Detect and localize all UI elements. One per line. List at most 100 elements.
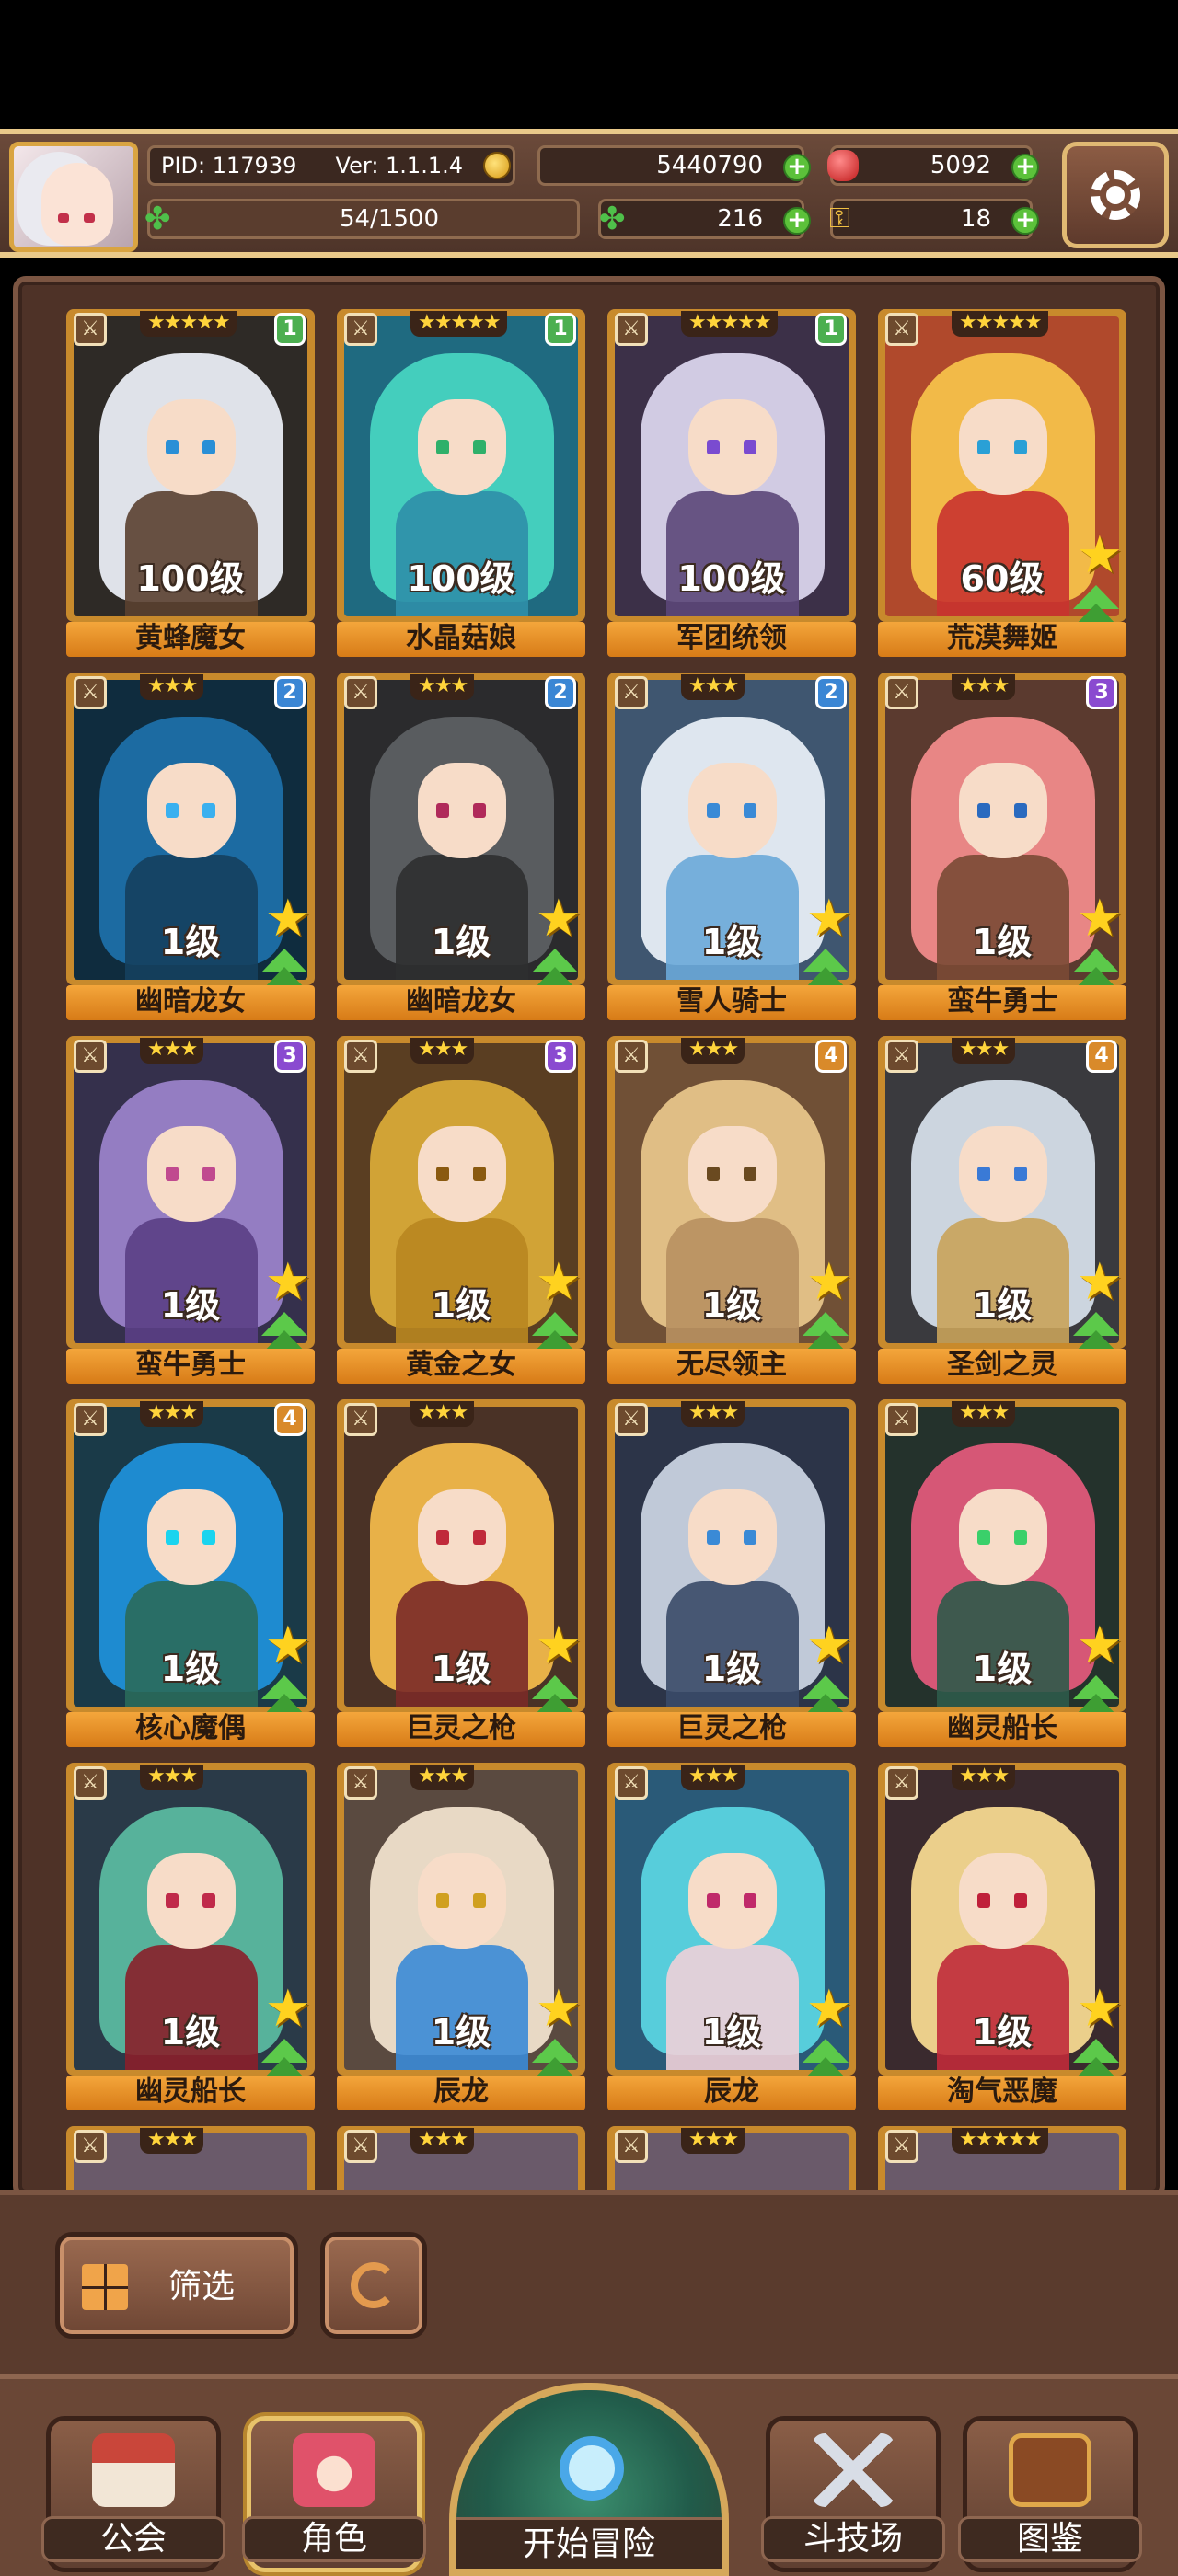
character-name: 幽暗龙女 <box>337 985 585 1020</box>
character-name: 幽灵船长 <box>66 2076 315 2110</box>
weapon-type-icon: ⚔ <box>344 313 377 346</box>
character-card[interactable]: ⚔ ★★★★★ 1 100级 军团统领 <box>607 309 856 657</box>
add-ruby-button[interactable]: + <box>1011 154 1039 181</box>
character-card[interactable]: ⚔ ★★★ 3 1级 ★ 黄金之女 <box>337 1036 585 1384</box>
character-card-partial[interactable]: ⚔ ★★★ <box>607 2126 856 2193</box>
weapon-type-icon: ⚔ <box>885 2130 918 2163</box>
character-name: 雪人骑士 <box>607 985 856 1020</box>
gold-value: 5440790 <box>656 152 763 179</box>
nav-adventure-label: 开始冒险 <box>456 2517 722 2569</box>
ruby-icon <box>827 150 859 181</box>
rarity-stars: ★★★ <box>410 674 475 700</box>
tier-badge: 4 <box>274 1403 306 1436</box>
rarity-stars: ★★★ <box>140 674 204 700</box>
gold-counter: 5440790 + <box>537 145 811 186</box>
tier-badge: 2 <box>815 676 847 709</box>
weapon-type-icon: ⚔ <box>74 1766 107 1800</box>
character-card[interactable]: ⚔ ★★★ 3 1级 ★ 蛮牛勇士 <box>66 1036 315 1384</box>
character-card[interactable]: ⚔ ★★★ 2 1级 ★ 雪人骑士 <box>607 673 856 1020</box>
character-card[interactable]: ⚔ ★★★ 3 1级 ★ 蛮牛勇士 <box>878 673 1126 1020</box>
character-card-partial[interactable]: ⚔ ★★★ <box>66 2126 315 2193</box>
character-name: 军团统领 <box>607 622 856 657</box>
rarity-stars: ★★★ <box>140 1401 204 1427</box>
clover-value: 216 <box>717 205 763 233</box>
gear-icon <box>1091 170 1140 220</box>
rarity-stars: ★★★ <box>140 2128 204 2154</box>
filter-button[interactable]: 筛选 <box>55 2232 298 2339</box>
weapon-type-icon: ⚔ <box>74 676 107 709</box>
character-level: 100级 <box>136 558 245 599</box>
tier-badge: 3 <box>1086 676 1117 709</box>
character-card[interactable]: ⚔ ★★★ 2 1级 ★ 幽暗龙女 <box>337 673 585 1020</box>
weapon-type-icon: ⚔ <box>615 2130 648 2163</box>
settings-button[interactable] <box>1062 142 1169 248</box>
nav-codex[interactable]: 图鉴 <box>958 2416 1142 2572</box>
character-card[interactable]: ⚔ ★★★ 4 1级 ★ 核心魔偶 <box>66 1399 315 1747</box>
character-card[interactable]: ⚔ ★★★ 4 1级 ★ 无尽领主 <box>607 1036 856 1384</box>
key-value: 18 <box>960 205 991 233</box>
character-card[interactable]: ⚔ ★★★ 1级 ★ 幽灵船长 <box>66 1763 315 2110</box>
tier-badge: 1 <box>545 313 576 346</box>
character-card[interactable]: ⚔ ★★★ 1级 ★ 巨灵之枪 <box>337 1399 585 1747</box>
character-name: 辰龙 <box>607 2076 856 2110</box>
character-card-partial[interactable]: ⚔ ★★★ <box>337 2126 585 2193</box>
filter-label: 筛选 <box>168 2268 236 2306</box>
player-avatar[interactable] <box>9 142 138 252</box>
add-key-button[interactable]: + <box>1011 207 1039 235</box>
weapon-type-icon: ⚔ <box>615 676 648 709</box>
character-card[interactable]: ⚔ ★★★★★ 1 100级 黄蜂魔女 <box>66 309 315 657</box>
character-card[interactable]: ⚔ ★★★ 1级 ★ 巨灵之枪 <box>607 1399 856 1747</box>
book-icon <box>1009 2433 1091 2507</box>
clover-icon: ✤ <box>599 201 626 237</box>
rarity-stars: ★★★ <box>681 2128 745 2154</box>
star-upgrade-icon: ★ <box>264 889 311 949</box>
tier-badge: 1 <box>815 313 847 346</box>
rarity-stars: ★★★ <box>140 1038 204 1064</box>
ruby-value: 5092 <box>930 152 991 179</box>
weapon-type-icon: ⚔ <box>615 1403 648 1436</box>
character-card[interactable]: ⚔ ★★★ 1级 ★ 淘气恶魔 <box>878 1763 1126 2110</box>
star-upgrade-icon: ★ <box>1076 889 1123 949</box>
rarity-stars: ★★★ <box>410 1038 475 1064</box>
key-icon: ⚿ <box>829 202 850 235</box>
star-upgrade-icon: ★ <box>805 1616 852 1675</box>
star-upgrade-icon: ★ <box>264 1252 311 1312</box>
character-card[interactable]: ⚔ ★★★★★ 60级 ★ 荒漠舞姬 <box>878 309 1126 657</box>
version-label: Ver: 1.1.1.4 <box>335 153 463 178</box>
character-list-panel[interactable]: ⚔ ★★★★★ 1 100级 黄蜂魔女 ⚔ ★★★★★ 1 100级 水晶菇娘 ⚔ ★★★★★ 1 100… <box>13 276 1165 2199</box>
rarity-stars: ★★★★★ <box>952 311 1048 337</box>
weapon-type-icon: ⚔ <box>885 676 918 709</box>
reset-filter-button[interactable] <box>320 2232 427 2339</box>
nav-guild[interactable]: 公会 <box>41 2416 225 2572</box>
character-card[interactable]: ⚔ ★★★ 1级 ★ 幽灵船长 <box>878 1399 1126 1747</box>
character-card-partial[interactable]: ⚔ ★★★★★ <box>878 2126 1126 2193</box>
weapon-type-icon: ⚔ <box>344 2130 377 2163</box>
character-card[interactable]: ⚔ ★★★ 2 1级 ★ 幽暗龙女 <box>66 673 315 1020</box>
nav-characters[interactable]: 角色 <box>242 2416 426 2572</box>
weapon-type-icon: ⚔ <box>615 1766 648 1800</box>
character-card[interactable]: ⚔ ★★★ 4 1级 ★ 圣剑之灵 <box>878 1036 1126 1384</box>
weapon-type-icon: ⚔ <box>344 1403 377 1436</box>
character-name: 幽灵船长 <box>878 1712 1126 1747</box>
character-card[interactable]: ⚔ ★★★ 1级 ★ 辰龙 <box>337 1763 585 2110</box>
energy-bar: ✤ 54/1500 <box>144 199 580 239</box>
weapon-type-icon: ⚔ <box>615 1040 648 1073</box>
character-card[interactable]: ⚔ ★★★★★ 1 100级 水晶菇娘 <box>337 309 585 657</box>
character-icon <box>293 2433 375 2507</box>
rarity-stars: ★★★ <box>952 1401 1016 1427</box>
rarity-stars: ★★★ <box>410 1765 475 1790</box>
tier-badge: 3 <box>274 1040 306 1073</box>
character-name: 水晶菇娘 <box>337 622 585 657</box>
tier-badge: 4 <box>1086 1040 1117 1073</box>
add-clover-button[interactable]: + <box>783 207 811 235</box>
star-upgrade-icon: ★ <box>1076 1252 1123 1312</box>
character-card[interactable]: ⚔ ★★★ 1级 ★ 辰龙 <box>607 1763 856 2110</box>
crossed-swords-icon <box>812 2433 895 2507</box>
add-gold-button[interactable]: + <box>783 154 811 181</box>
guild-hall-icon <box>92 2433 175 2507</box>
nav-arena[interactable]: 斗技场 <box>761 2416 945 2572</box>
energy-value: 54/1500 <box>339 205 439 233</box>
character-name: 核心魔偶 <box>66 1712 315 1747</box>
player-id-panel: PID: 117939 Ver: 1.1.1.4 <box>147 145 515 186</box>
magnifier-icon <box>560 2436 624 2501</box>
